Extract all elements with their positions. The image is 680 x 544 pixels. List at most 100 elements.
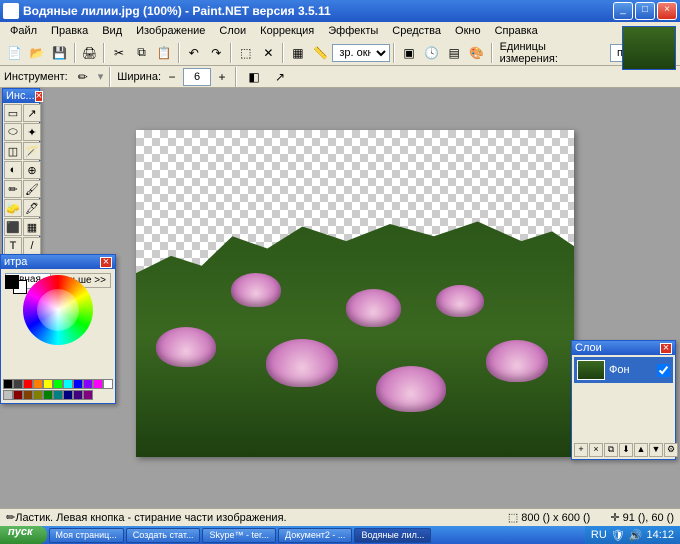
- taskbar-item[interactable]: Создать стат...: [126, 528, 201, 543]
- paste-button[interactable]: 📋: [153, 42, 175, 64]
- width-decrease-button[interactable]: −: [165, 66, 179, 88]
- palette-color[interactable]: [23, 390, 33, 400]
- add-layer-button[interactable]: +: [574, 443, 588, 457]
- primary-color-swatch[interactable]: [5, 275, 19, 289]
- tool-10[interactable]: 🧽: [4, 199, 22, 217]
- tool-7[interactable]: ⊕: [23, 161, 41, 179]
- new-button[interactable]: 📄: [4, 42, 26, 64]
- taskbar-item[interactable]: Моя страниц...: [49, 528, 124, 543]
- print-button[interactable]: 🖨: [79, 42, 101, 64]
- antialias-button[interactable]: ◧: [243, 66, 265, 88]
- tool-0[interactable]: ▭: [4, 104, 22, 122]
- canvas[interactable]: [136, 130, 574, 457]
- tool-15[interactable]: /: [23, 237, 41, 255]
- cut-button[interactable]: ✂: [108, 42, 130, 64]
- merge-down-button[interactable]: ⬇: [619, 443, 633, 457]
- close-button[interactable]: ×: [657, 2, 677, 20]
- menu-правка[interactable]: Правка: [45, 24, 94, 38]
- close-icon[interactable]: ×: [660, 343, 672, 354]
- zoom-select[interactable]: зр. окна: [332, 44, 390, 62]
- palette-color[interactable]: [3, 379, 13, 389]
- tool-9[interactable]: 🖌: [23, 180, 41, 198]
- move-down-button[interactable]: ▼: [649, 443, 663, 457]
- lang-indicator[interactable]: RU: [591, 529, 607, 541]
- menu-вид[interactable]: Вид: [96, 24, 128, 38]
- palette-color[interactable]: [83, 379, 93, 389]
- brush-width-input[interactable]: [183, 68, 211, 86]
- layer-visibility-checkbox[interactable]: [657, 364, 670, 377]
- tool-1[interactable]: ↗: [23, 104, 41, 122]
- menu-файл[interactable]: Файл: [4, 24, 43, 38]
- history-button[interactable]: 🕓: [421, 42, 443, 64]
- active-tool-icon[interactable]: ✏: [72, 66, 94, 88]
- tool-11[interactable]: 🖊: [23, 199, 41, 217]
- tool-windows-button[interactable]: ▣: [398, 42, 420, 64]
- menu-средства[interactable]: Средства: [386, 24, 447, 38]
- tool-12[interactable]: ⬛: [4, 218, 22, 236]
- tool-6[interactable]: ◐: [4, 161, 22, 179]
- palette-color[interactable]: [73, 390, 83, 400]
- navigator-thumbnail[interactable]: [622, 26, 676, 70]
- properties-button[interactable]: ⚙: [664, 443, 678, 457]
- system-tray[interactable]: RU 🛡🔊 14:12: [585, 526, 680, 544]
- palette-color[interactable]: [43, 379, 53, 389]
- open-button[interactable]: 📂: [27, 42, 49, 64]
- undo-button[interactable]: ↶: [183, 42, 205, 64]
- palette-color[interactable]: [103, 379, 113, 389]
- palette-color[interactable]: [93, 379, 103, 389]
- minimize-button[interactable]: _: [613, 2, 633, 20]
- palette-color[interactable]: [33, 379, 43, 389]
- ruler-button[interactable]: 📏: [310, 42, 332, 64]
- taskbar-item[interactable]: Skype™ - ter...: [202, 528, 276, 543]
- blend-button[interactable]: ↗: [269, 66, 291, 88]
- tool-3[interactable]: ✦: [23, 123, 41, 141]
- tool-14[interactable]: T: [4, 237, 22, 255]
- palette-color[interactable]: [23, 379, 33, 389]
- palette-color[interactable]: [33, 390, 43, 400]
- copy-button[interactable]: ⧉: [131, 42, 153, 64]
- menu-справка[interactable]: Справка: [489, 24, 544, 38]
- taskbar-item[interactable]: Водяные лил...: [354, 528, 431, 543]
- tool-8[interactable]: ✏: [4, 180, 22, 198]
- layer-row[interactable]: Фон: [574, 357, 673, 383]
- close-icon[interactable]: ×: [35, 91, 43, 102]
- clock[interactable]: 14:12: [646, 529, 674, 541]
- color-palette[interactable]: [3, 379, 113, 401]
- close-icon[interactable]: ×: [100, 257, 112, 268]
- colors-panel[interactable]: итра× новная Больше >>: [0, 254, 116, 404]
- palette-color[interactable]: [83, 390, 93, 400]
- palette-color[interactable]: [3, 390, 13, 400]
- layers-panel[interactable]: Слои× Фон + × ⧉ ⬇ ▲ ▼ ⚙: [571, 340, 676, 460]
- move-up-button[interactable]: ▲: [634, 443, 648, 457]
- delete-layer-button[interactable]: ×: [589, 443, 603, 457]
- menu-эффекты[interactable]: Эффекты: [322, 24, 384, 38]
- palette-color[interactable]: [53, 390, 63, 400]
- redo-button[interactable]: ↷: [206, 42, 228, 64]
- color-wheel[interactable]: [23, 275, 93, 345]
- crop-button[interactable]: ⬚: [235, 42, 257, 64]
- duplicate-layer-button[interactable]: ⧉: [604, 443, 618, 457]
- tool-5[interactable]: 🪄: [23, 142, 41, 160]
- colors-button[interactable]: 🎨: [466, 42, 488, 64]
- menu-окно[interactable]: Окно: [449, 24, 487, 38]
- palette-color[interactable]: [43, 390, 53, 400]
- width-increase-button[interactable]: +: [215, 66, 229, 88]
- maximize-button[interactable]: □: [635, 2, 655, 20]
- menu-слои[interactable]: Слои: [213, 24, 252, 38]
- palette-color[interactable]: [13, 390, 23, 400]
- save-button[interactable]: 💾: [49, 42, 71, 64]
- menu-коррекция[interactable]: Коррекция: [254, 24, 320, 38]
- deselect-button[interactable]: ✕: [258, 42, 280, 64]
- menu-изображение[interactable]: Изображение: [130, 24, 211, 38]
- grid-button[interactable]: ▦: [287, 42, 309, 64]
- taskbar-item[interactable]: Документ2 - ...: [278, 528, 352, 543]
- tool-4[interactable]: ◫: [4, 142, 22, 160]
- tool-13[interactable]: ▦: [23, 218, 41, 236]
- palette-color[interactable]: [73, 379, 83, 389]
- layers-button[interactable]: ▤: [443, 42, 465, 64]
- tool-2[interactable]: ⬭: [4, 123, 22, 141]
- start-button[interactable]: пуск: [0, 526, 47, 544]
- palette-color[interactable]: [53, 379, 63, 389]
- palette-color[interactable]: [63, 379, 73, 389]
- palette-color[interactable]: [63, 390, 73, 400]
